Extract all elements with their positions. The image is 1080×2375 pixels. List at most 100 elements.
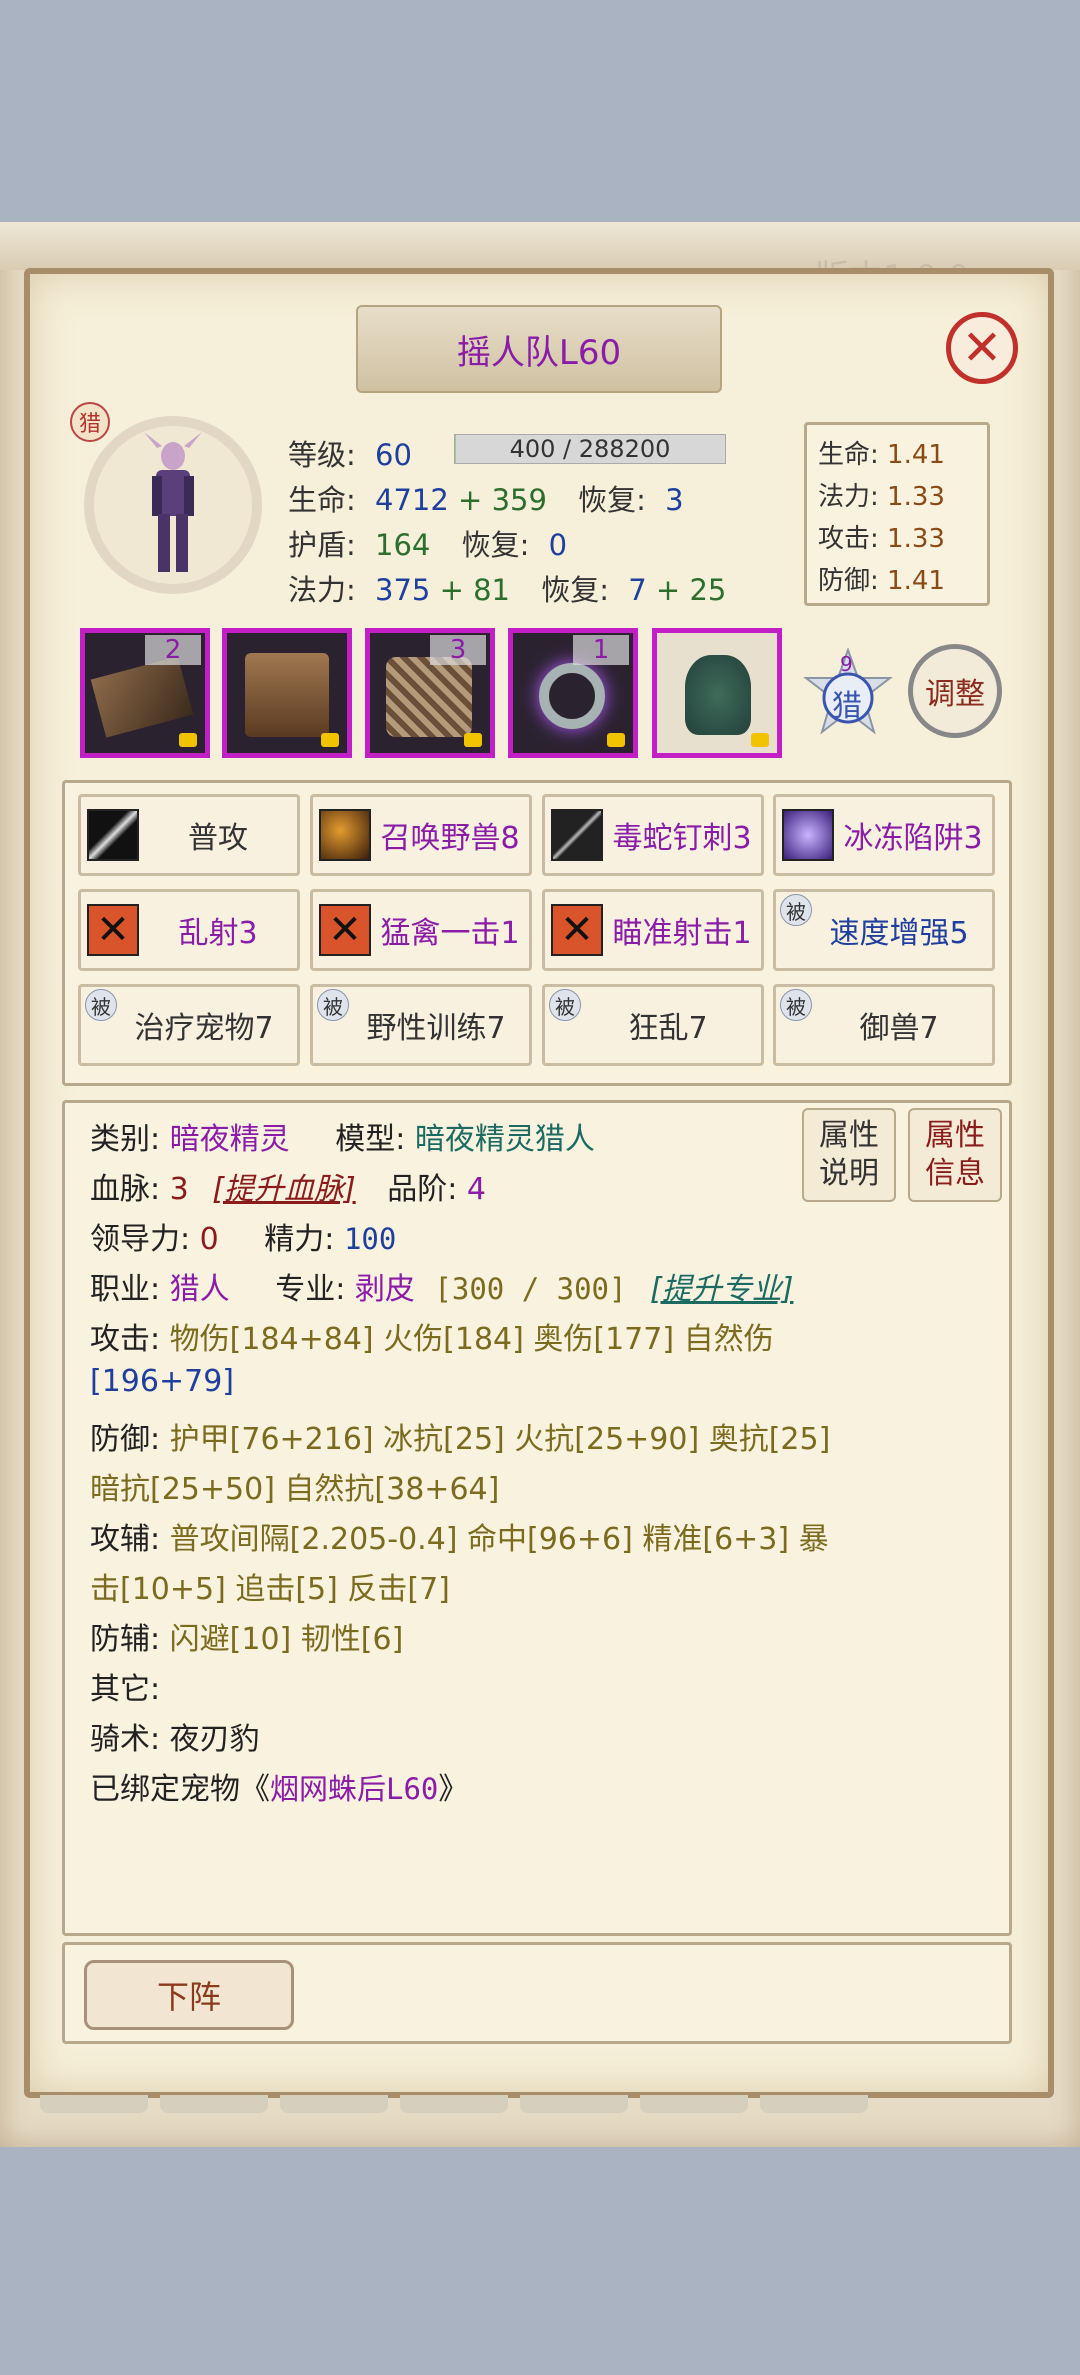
skill-slot[interactable]: 被速度增强5 — [773, 889, 995, 971]
crossbow-icon — [90, 656, 194, 738]
skill-label: 毒蛇钉刺3 — [612, 821, 752, 856]
close-button[interactable]: ✕ — [946, 312, 1018, 384]
attack-aux-row: 攻辅: 普攻间隔[2.205-0.4] 命中[96+6] 精准[6+3] 暴 — [90, 1514, 829, 1558]
grade-value: 4 — [466, 1172, 487, 1207]
equip-slot-quiver[interactable] — [222, 628, 352, 758]
equip-count: 3 — [430, 635, 486, 665]
skill-slot[interactable]: 毒蛇钉刺3 — [542, 794, 764, 876]
hp-bonus: 359 — [491, 483, 547, 517]
pet-prefix: 已绑定宠物《 — [90, 1772, 270, 1807]
equip-slot-ring[interactable]: 1 — [508, 628, 638, 758]
attack-values-cont: [196+79] — [90, 1364, 234, 1399]
multiplier-value: 1.33 — [887, 524, 945, 554]
skill-slot[interactable]: 被野性训练7 — [310, 984, 532, 1066]
tab-stub — [400, 2095, 508, 2113]
race-row: 类别: 暗夜精灵 模型: 暗夜精灵猎人 — [90, 1114, 595, 1158]
attr-info-label: 属性 信息 — [925, 1118, 985, 1191]
plus-sign: + — [655, 573, 681, 607]
rank-class-label: 猎 — [832, 689, 862, 724]
mana-regen-label: 恢复: — [541, 573, 610, 607]
plus-sign: + — [458, 483, 483, 517]
character-portrait[interactable] — [84, 416, 262, 594]
skill-label: 瞄准射击1 — [612, 916, 752, 951]
skill-slot[interactable]: 被治疗宠物7 — [78, 984, 300, 1066]
multiplier-row: 攻击: 1.33 — [818, 518, 945, 555]
hp-regen: 3 — [665, 483, 684, 517]
hp-row: 生命: 4712 + 359 恢复: 3 — [288, 477, 684, 519]
sword-icon — [87, 809, 139, 861]
multiplier-label: 生命: — [818, 440, 879, 470]
skill-slot[interactable]: 普攻 — [78, 794, 300, 876]
upgrade-bloodline-link[interactable]: [提升血脉] — [212, 1172, 355, 1207]
class-badge: 猎 — [70, 402, 110, 442]
equip-slot-weapon[interactable]: 2 — [80, 628, 210, 758]
model-label: 模型: — [335, 1122, 406, 1157]
rank-number: 9 — [840, 652, 853, 676]
multiplier-value: 1.41 — [887, 440, 945, 470]
level-value: 60 — [375, 438, 412, 472]
equip-count: 2 — [145, 635, 201, 665]
armor-regen-label: 恢复: — [461, 528, 530, 562]
ring-icon — [539, 663, 605, 729]
hp-label: 生命: — [288, 483, 356, 517]
race-label: 类别: — [90, 1122, 161, 1157]
mana-bonus: 81 — [473, 573, 511, 607]
leadership-label: 领导力: — [90, 1222, 191, 1257]
disabled-x-icon: ✕ — [551, 904, 603, 956]
skill-label: 召唤野兽8 — [380, 821, 520, 856]
plus-sign: + — [439, 573, 464, 607]
energy-value: 100 — [343, 1222, 397, 1256]
attr-explain-button[interactable]: 属性 说明 — [802, 1108, 896, 1202]
bloodline-value: 3 — [169, 1172, 189, 1207]
lock-icon — [179, 733, 197, 747]
attr-explain-label: 属性 说明 — [819, 1118, 879, 1191]
attack-label: 攻击: — [90, 1322, 161, 1357]
spec-label: 专业: — [275, 1272, 346, 1307]
character-name-title: 摇人队L60 — [456, 332, 622, 373]
skill-slot[interactable]: ✕ 乱射3 — [78, 889, 300, 971]
defense-aux-label: 防辅: — [90, 1622, 161, 1657]
model-value: 暗夜精灵猎人 — [414, 1122, 595, 1157]
skill-label: 速度增强5 — [829, 916, 969, 951]
race-value: 暗夜精灵 — [169, 1122, 290, 1157]
adjust-label: 调整 — [925, 677, 985, 712]
skill-label: 普攻 — [188, 821, 248, 856]
attr-info-button[interactable]: 属性 信息 — [908, 1108, 1002, 1202]
title-banner: 摇人队L60 — [356, 305, 722, 393]
skill-label: 治疗宠物7 — [134, 1011, 274, 1046]
mana-base: 375 — [375, 573, 431, 607]
mount-row: 骑术: 夜刃豹 — [90, 1714, 260, 1758]
night-elf-hunter-icon — [144, 432, 202, 572]
hp-base: 4712 — [375, 483, 449, 517]
bound-pet-link[interactable]: 烟网蛛后L60 — [270, 1772, 438, 1806]
pet-treant-icon — [685, 655, 751, 735]
skill-slot[interactable]: 被狂乱7 — [542, 984, 764, 1066]
skill-slot[interactable]: 冰冻陷阱3 — [773, 794, 995, 876]
passive-badge: 被 — [549, 989, 581, 1021]
leave-formation-button[interactable]: 下阵 — [84, 1960, 294, 2030]
job-label: 职业: — [90, 1272, 161, 1307]
skill-slot[interactable]: 被御兽7 — [773, 984, 995, 1066]
lock-icon — [321, 733, 339, 747]
equip-slot-pet[interactable] — [652, 628, 782, 758]
defense-aux-row: 防辅: 闪避[10] 韧性[6] — [90, 1614, 403, 1658]
passive-badge: 被 — [85, 989, 117, 1021]
other-row: 其它: — [90, 1664, 160, 1708]
attack-row: 攻击: 物伤[184+84] 火伤[184] 奥伤[177] 自然伤 — [90, 1314, 774, 1358]
armor-icon — [386, 657, 472, 737]
exp-text: 400 / 288200 — [509, 435, 671, 463]
beast-icon — [319, 809, 371, 861]
equip-slot-armor[interactable]: 3 — [365, 628, 495, 758]
skill-slot[interactable]: ✕ 猛禽一击1 — [310, 889, 532, 971]
upgrade-spec-link[interactable]: [提升专业] — [650, 1272, 793, 1307]
leadership-row: 领导力: 0 精力: 100 — [90, 1214, 396, 1258]
bloodline-label: 血脉: — [90, 1172, 161, 1207]
attack-row-cont: [196+79] — [90, 1364, 234, 1399]
lock-icon — [607, 733, 625, 747]
skill-slot[interactable]: 召唤野兽8 — [310, 794, 532, 876]
multiplier-row: 法力: 1.33 — [818, 476, 945, 513]
adjust-button[interactable]: 调整 — [908, 644, 1002, 738]
exp-bar: 400 / 288200 — [454, 434, 726, 464]
spear-icon — [551, 809, 603, 861]
skill-slot[interactable]: ✕ 瞄准射击1 — [542, 889, 764, 971]
